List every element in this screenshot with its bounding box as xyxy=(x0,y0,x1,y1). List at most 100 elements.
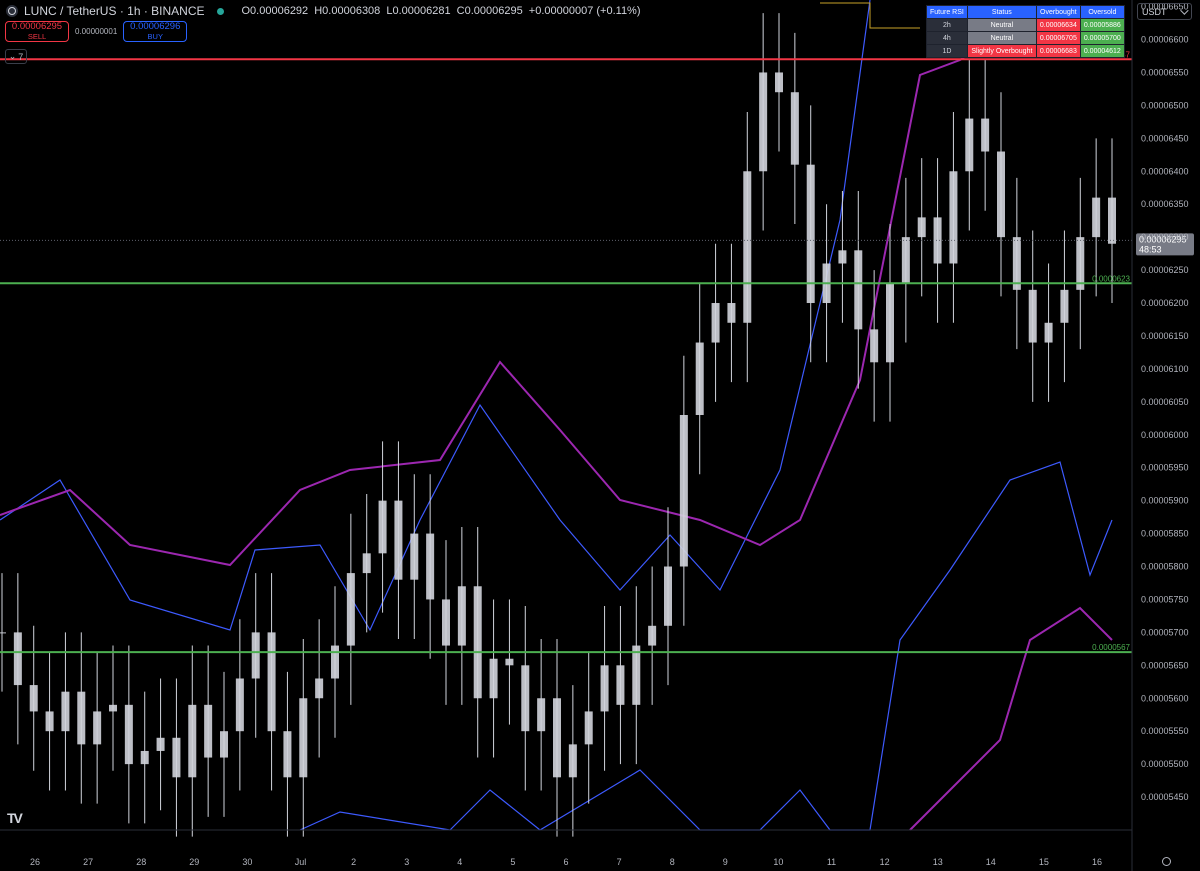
ohlc-values: O0.00006292 H0.00006308 L0.00006281 C0.0… xyxy=(242,5,644,17)
indicators-count: 7 xyxy=(18,51,24,62)
price-tick-label: 0.00005700 xyxy=(1141,627,1189,637)
time-tick-label: 13 xyxy=(933,857,943,867)
sell-button[interactable]: 0.00006295 SELL xyxy=(5,21,69,42)
gold-band-line xyxy=(820,2,920,29)
candle-body xyxy=(727,303,736,323)
countdown-label: 48:53 xyxy=(1139,244,1162,254)
overbought-cell: 0.00006634 xyxy=(1035,18,1081,32)
buy-button[interactable]: 0.00006296 BUY xyxy=(123,21,188,42)
price-tick-label: 0.00006150 xyxy=(1141,331,1189,341)
time-tick-label: 6 xyxy=(563,857,568,867)
currency-selector[interactable]: USDT xyxy=(1137,3,1192,20)
chevron-down-icon: ⌄ xyxy=(8,51,17,61)
candle-body xyxy=(489,658,498,699)
price-tick-label: 0.00006500 xyxy=(1141,100,1189,110)
price-chart[interactable]: 0.00006570.00006230.00005670.0000629548:… xyxy=(0,0,1200,871)
time-tick-label: 10 xyxy=(773,857,783,867)
time-tick-label: 26 xyxy=(30,857,40,867)
candle-body xyxy=(61,691,70,732)
candle-body xyxy=(267,632,276,732)
candle-body xyxy=(553,698,561,778)
price-tick-label: 0.00005950 xyxy=(1141,463,1189,473)
purple-band-line xyxy=(0,19,1021,567)
time-tick-label: 3 xyxy=(404,857,409,867)
symbol-icon xyxy=(6,5,18,17)
chevron-down-icon xyxy=(1180,5,1189,15)
time-tick-label: Jul xyxy=(295,857,307,867)
timeframe-cell: 1D xyxy=(926,44,968,58)
candle-body xyxy=(537,698,546,732)
tradingview-logo-icon[interactable]: TV xyxy=(7,810,23,826)
overbought-cell: 0.00006683 xyxy=(1035,44,1081,58)
candle-body xyxy=(790,92,799,165)
candle-body xyxy=(664,566,672,626)
time-axis: 26 27 28 29 30 Jul 2 3 4 5 6 7 8 9 10 11 12 13 14 15 16 xyxy=(0,829,1132,867)
time-tick-label: 29 xyxy=(189,857,199,867)
candle-body xyxy=(949,171,958,264)
candle-body xyxy=(775,72,783,93)
symbol-title[interactable]: LUNC / TetherUS · 1h · BINANCE xyxy=(24,4,205,18)
price-tick-label: 0.00005500 xyxy=(1141,759,1189,769)
candle-body xyxy=(410,533,419,580)
gear-icon[interactable] xyxy=(1162,857,1171,866)
time-tick-label: 14 xyxy=(986,857,996,867)
candle-body xyxy=(838,250,847,264)
table-header: Oversold xyxy=(1079,5,1125,19)
price-tick-label: 0.00005650 xyxy=(1141,660,1189,670)
candle-body xyxy=(1012,237,1021,290)
candle-body xyxy=(1092,197,1101,238)
price-tick-label: 0.00006550 xyxy=(1141,67,1189,77)
time-tick-label: 2 xyxy=(351,857,356,867)
candle-body xyxy=(140,750,149,765)
candle-body xyxy=(679,415,688,567)
candle-body xyxy=(1044,322,1053,343)
buy-price: 0.00006296 xyxy=(130,21,181,32)
candle-body xyxy=(299,698,308,778)
candle-body xyxy=(981,118,990,152)
candle-body xyxy=(600,665,609,712)
table-header: Status xyxy=(966,5,1037,19)
candle-body xyxy=(457,586,466,646)
time-tick-label: 30 xyxy=(242,857,252,867)
price-tick-label: 0.00005450 xyxy=(1141,792,1189,802)
level-label: 0.0000623 xyxy=(1092,274,1130,283)
candle-body xyxy=(648,625,657,646)
candle-body xyxy=(426,533,435,600)
table-row: 1D Slightly Overbought 0.00006683 0.0000… xyxy=(926,44,1125,58)
candle-body xyxy=(235,678,244,732)
candle-body xyxy=(997,151,1005,238)
price-tick-label: 0.00006050 xyxy=(1141,397,1189,407)
timeframe-cell: 4h xyxy=(926,31,968,45)
indicators-toggle-button[interactable]: ⌄ 7 xyxy=(5,49,27,64)
purple-band-line xyxy=(909,606,1113,831)
candle-body xyxy=(220,731,228,758)
candle-body xyxy=(93,711,102,745)
price-tick-label: 0.00006250 xyxy=(1141,265,1189,275)
candle-body xyxy=(378,500,387,554)
price-tick-label: 0.00006300 xyxy=(1141,232,1189,242)
candle-body xyxy=(759,72,768,172)
sell-label: SELL xyxy=(27,32,47,41)
candle-body xyxy=(1076,237,1085,290)
level-label: 0.0000567 xyxy=(1092,643,1130,652)
candle-body xyxy=(711,303,720,343)
price-axis: 0.000066500.000066000.000065500.00006500… xyxy=(1131,0,1189,871)
close-value: C0.00006295 xyxy=(456,5,523,17)
time-tick-label: 7 xyxy=(617,857,622,867)
open-value: O0.00006292 xyxy=(241,5,309,17)
price-tick-label: 0.00005900 xyxy=(1141,496,1189,506)
price-tick-label: 0.00005550 xyxy=(1141,726,1189,736)
candle-body xyxy=(13,632,22,686)
candle-body xyxy=(172,737,181,778)
table-header: Overbought xyxy=(1035,5,1081,19)
price-tick-label: 0.00006400 xyxy=(1141,166,1189,176)
timeframe-cell: 2h xyxy=(926,18,968,32)
candle-body xyxy=(1028,289,1037,343)
candle-body xyxy=(886,283,894,363)
candle-body xyxy=(743,171,752,323)
candle-body xyxy=(188,704,197,778)
time-tick-label: 27 xyxy=(83,857,93,867)
price-tick-label: 0.00006100 xyxy=(1141,364,1189,374)
table-header-row: Future RSI Status Overbought Oversold xyxy=(926,5,1125,19)
price-tick-label: 0.00006350 xyxy=(1141,199,1189,209)
